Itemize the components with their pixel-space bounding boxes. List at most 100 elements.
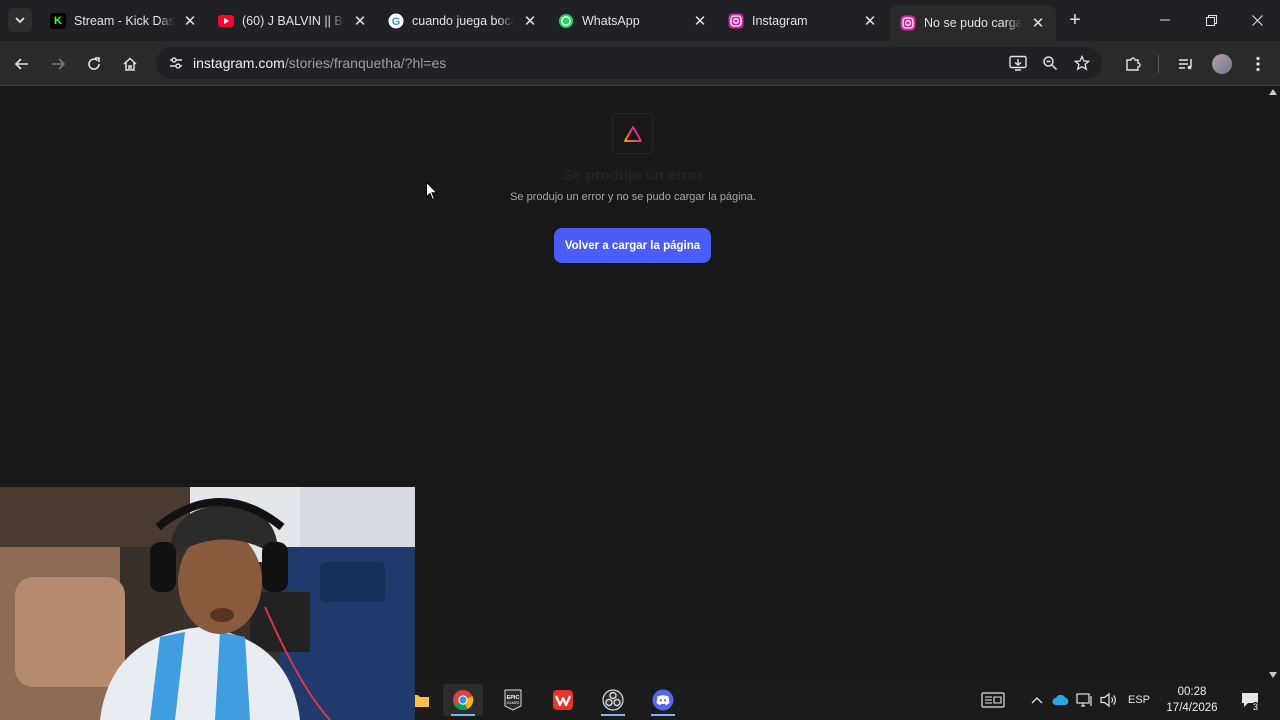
taskbar-discord[interactable]: [643, 684, 683, 716]
new-tab-button[interactable]: +: [1064, 9, 1086, 31]
active-indicator: [451, 714, 475, 716]
tab-title: cuando juega boca: [412, 14, 514, 28]
taskbar-obs[interactable]: [593, 684, 633, 716]
chevron-up-icon: [1031, 697, 1043, 704]
forward-button[interactable]: [44, 50, 72, 78]
network-icon: [1076, 693, 1092, 707]
speaker-icon: [1100, 692, 1116, 708]
close-window-button[interactable]: [1234, 0, 1280, 40]
tab-google[interactable]: G cuando juega boca ✕: [378, 5, 548, 37]
show-hidden-icons-button[interactable]: [1028, 680, 1046, 720]
reload-icon: [88, 57, 100, 70]
scroll-up-arrow[interactable]: [1269, 89, 1277, 95]
reload-page-button[interactable]: Volver a cargar la página: [554, 228, 711, 263]
error-title: Se produjo un error: [562, 167, 703, 184]
tab-active-error[interactable]: No se pudo cargar la página ✕: [890, 5, 1056, 41]
extensions-button[interactable]: [1119, 50, 1147, 78]
svg-text:GAMES: GAMES: [507, 701, 520, 705]
restore-icon: [1205, 14, 1217, 26]
wps-office-icon: [553, 690, 573, 710]
arrow-right-icon: [52, 58, 66, 70]
restore-button[interactable]: [1188, 0, 1234, 40]
tab-title: (60) J BALVIN || BZRP: [242, 14, 344, 28]
scroll-down-arrow[interactable]: [1269, 672, 1277, 678]
tab-search-button[interactable]: [8, 8, 32, 32]
google-icon: G: [388, 13, 404, 29]
clock-date: 17/4/2026: [1166, 702, 1218, 714]
youtube-icon: [218, 13, 234, 29]
minimize-icon: [1160, 19, 1170, 21]
toolbar-divider: [1158, 55, 1159, 73]
more-vert-icon: [1256, 56, 1260, 72]
discord-icon: [652, 689, 674, 711]
active-indicator: [601, 714, 625, 716]
url-text[interactable]: instagram.com/stories/franquetha/?hl=es: [193, 55, 446, 71]
taskbar-chrome[interactable]: [443, 684, 483, 716]
tab-kick[interactable]: K Stream - Kick Dashboard ✕: [40, 5, 208, 37]
install-app-button[interactable]: [1004, 49, 1032, 77]
address-bar[interactable]: instagram.com/stories/franquetha/?hl=es: [156, 47, 1102, 79]
tab-whatsapp[interactable]: WhatsApp ✕: [548, 5, 718, 37]
svg-text:G: G: [392, 16, 401, 28]
clock-time: 00:28: [1177, 686, 1207, 698]
error-subtitle: Se produjo un error y no se pudo cargar …: [510, 191, 756, 203]
notification-center-button[interactable]: 3: [1234, 680, 1266, 720]
zoom-button[interactable]: [1036, 49, 1064, 77]
zoom-icon: [1043, 56, 1058, 71]
error-icon-box: [612, 113, 653, 154]
close-icon[interactable]: ✕: [180, 11, 200, 31]
arrow-left-icon: [14, 58, 28, 70]
minimize-button[interactable]: [1142, 0, 1188, 40]
instagram-icon: [728, 13, 744, 29]
tab-title: WhatsApp: [582, 14, 640, 28]
warning-icon: [623, 125, 642, 142]
close-icon[interactable]: ✕: [520, 11, 540, 31]
profile-button[interactable]: [1208, 50, 1236, 78]
epic-games-icon: EPICGAMES: [504, 689, 522, 711]
close-icon[interactable]: ✕: [1028, 13, 1048, 33]
tune-icon: [170, 57, 182, 69]
tab-title: Instagram: [752, 14, 808, 28]
avatar: [1212, 54, 1232, 74]
tab-strip: K Stream - Kick Dashboard ✕ (60) J BALVI…: [0, 0, 1280, 41]
tab-title: No se pudo cargar la página: [924, 16, 1022, 30]
instagram-icon: [900, 15, 916, 31]
bookmark-button[interactable]: [1068, 49, 1096, 77]
close-icon[interactable]: ✕: [350, 11, 370, 31]
home-icon: [123, 57, 137, 71]
back-button[interactable]: [8, 50, 36, 78]
scrollbar[interactable]: [1266, 87, 1280, 680]
webcam-overlay: [0, 487, 415, 720]
reload-button[interactable]: [80, 50, 108, 78]
star-icon: [1074, 55, 1090, 71]
tab-youtube[interactable]: (60) J BALVIN || BZRP ✕: [208, 5, 378, 37]
language-indicator[interactable]: ESP: [1124, 680, 1154, 720]
tab-instagram[interactable]: Instagram ✕: [718, 5, 888, 37]
url-path: /stories/franquetha/?hl=es: [284, 55, 447, 71]
close-icon[interactable]: ✕: [860, 11, 880, 31]
site-info-button[interactable]: [164, 51, 188, 75]
install-icon: [1009, 55, 1027, 71]
obs-icon: [602, 689, 624, 711]
taskbar-epic-games[interactable]: EPIC GAMES: [493, 684, 533, 716]
notification-count: 3: [1251, 702, 1261, 712]
mouse-cursor-icon: [426, 182, 438, 201]
webcam-feed: [0, 487, 415, 720]
onedrive-button[interactable]: [1050, 680, 1072, 720]
volume-button[interactable]: [1098, 680, 1120, 720]
puzzle-icon: [1126, 57, 1141, 71]
kick-icon: K: [50, 13, 66, 29]
news-widget-button[interactable]: [978, 680, 1008, 720]
tab-title: Stream - Kick Dashboard: [74, 14, 174, 28]
close-icon[interactable]: ✕: [690, 11, 710, 31]
chrome-icon: [453, 690, 474, 711]
home-button[interactable]: [116, 50, 144, 78]
taskbar-wps-office[interactable]: [543, 684, 583, 716]
media-queue-icon: [1179, 59, 1192, 70]
chrome-menu-button[interactable]: [1244, 50, 1272, 78]
clock[interactable]: 00:28 17/4/2026: [1158, 684, 1226, 716]
media-control-button[interactable]: [1172, 50, 1200, 78]
whatsapp-icon: [558, 13, 574, 29]
chevron-down-icon: [15, 17, 25, 24]
network-button[interactable]: [1074, 680, 1096, 720]
